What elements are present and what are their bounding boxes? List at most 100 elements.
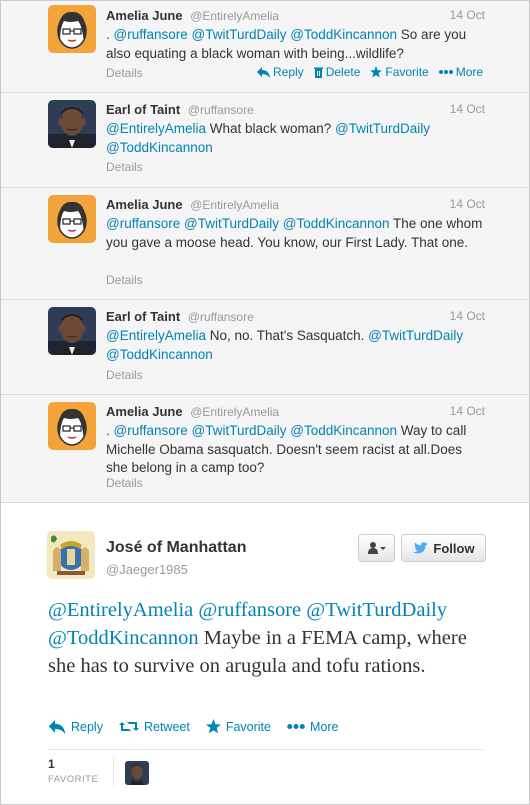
mention-link[interactable]: @EntirelyAmelia — [106, 328, 206, 343]
reply-icon — [48, 719, 66, 734]
author-handle[interactable]: @EntirelyAmelia — [190, 405, 279, 419]
text-fragment: What black woman? — [205, 121, 336, 136]
author-name[interactable]: Earl of Taint — [106, 102, 180, 117]
mention-link[interactable]: @TwitTurdDaily — [192, 27, 287, 42]
delete-label: Delete — [325, 65, 361, 79]
conversation-replies: Amelia June @EntirelyAmelia 14 Oct . @ru… — [1, 1, 529, 503]
author-handle[interactable]: @EntirelyAmelia — [190, 198, 279, 212]
focused-tweet-actions: Reply Retweet Favorite More — [48, 719, 338, 734]
author-name[interactable]: Earl of Taint — [106, 309, 180, 324]
timestamp[interactable]: 14 Oct — [450, 8, 485, 22]
details-link[interactable]: Details — [106, 368, 143, 382]
more-dots-icon — [438, 70, 453, 74]
reply-action[interactable]: Reply — [257, 65, 304, 79]
author-name[interactable]: Amelia June — [106, 197, 183, 212]
retweet-label: Retweet — [143, 719, 190, 734]
follow-button[interactable]: Follow — [401, 534, 486, 562]
mention-link[interactable]: @ruffansore — [114, 423, 188, 438]
reply-tweet[interactable]: Earl of Taint @ruffansore 14 Oct @Entire… — [1, 300, 529, 395]
more-action[interactable]: More — [438, 65, 484, 79]
focused-author-name[interactable]: José of Manhattan — [106, 539, 246, 557]
favoriter-avatar[interactable] — [125, 761, 149, 785]
timestamp[interactable]: 14 Oct — [450, 102, 485, 116]
text-fragment: . — [106, 423, 114, 438]
tweet-text: @ruffansore @TwitTurdDaily @ToddKincanno… — [106, 215, 486, 252]
star-icon — [205, 719, 221, 734]
tweet-text: @EntirelyAmelia No, no. That's Sasquatch… — [106, 327, 486, 364]
tweet-header: Earl of Taint @ruffansore 14 Oct — [106, 309, 485, 324]
avatar-amelia[interactable] — [48, 195, 96, 243]
author-name[interactable]: Amelia June — [106, 8, 183, 23]
details-link[interactable]: Details — [106, 476, 143, 490]
mention-link[interactable]: @EntirelyAmelia — [106, 121, 206, 136]
trash-icon — [313, 67, 323, 78]
timestamp[interactable]: 14 Oct — [450, 404, 485, 418]
mention-link[interactable]: @TwitTurdDaily — [184, 216, 279, 231]
reply-tweet[interactable]: Earl of Taint @ruffansore 14 Oct @Entire… — [1, 93, 529, 188]
mention-link[interactable]: @EntirelyAmelia — [48, 599, 193, 621]
mention-link[interactable]: @ToddKincannon — [106, 347, 213, 362]
avatar-earl[interactable] — [48, 100, 96, 148]
mention-link[interactable]: @TwitTurdDaily — [368, 328, 463, 343]
favorite-count[interactable]: 1 — [48, 757, 55, 771]
text-fragment: No, no. That's Sasquatch. — [205, 328, 369, 343]
mention-link[interactable]: @ToddKincannon — [106, 140, 213, 155]
reply-tweet[interactable]: Amelia June @EntirelyAmelia 14 Oct . @ru… — [1, 1, 529, 93]
author-handle[interactable]: @ruffansore — [188, 103, 254, 117]
mention-link[interactable]: @ToddKincannon — [48, 627, 199, 649]
tweet-conversation-frame: Amelia June @EntirelyAmelia 14 Oct . @ru… — [0, 0, 530, 805]
reply-tweet[interactable]: Amelia June @EntirelyAmelia 14 Oct . @ru… — [1, 395, 529, 503]
reply-label: Reply — [71, 719, 103, 734]
mention-link[interactable]: @ruffansore — [114, 27, 188, 42]
timestamp[interactable]: 14 Oct — [450, 197, 485, 211]
reply-tweet[interactable]: Amelia June @EntirelyAmelia 14 Oct @ruff… — [1, 188, 529, 300]
retweet-icon — [118, 722, 139, 731]
mention-link[interactable]: @ruffansore — [198, 599, 301, 621]
avatar-jose[interactable] — [47, 531, 95, 579]
author-name[interactable]: Amelia June — [106, 404, 183, 419]
more-action[interactable]: More — [287, 719, 338, 734]
mention-link[interactable]: @ToddKincannon — [283, 216, 390, 231]
mention-link[interactable]: @TwitTurdDaily — [192, 423, 287, 438]
tweet-text: . @ruffansore @TwitTurdDaily @ToddKincan… — [106, 422, 486, 478]
reply-icon — [257, 66, 270, 78]
details-link[interactable]: Details — [106, 66, 143, 80]
more-label: More — [455, 65, 484, 79]
avatar-amelia[interactable] — [48, 5, 96, 53]
follow-label: Follow — [433, 540, 475, 556]
tweet-header: Amelia June @EntirelyAmelia 14 Oct — [106, 8, 485, 23]
divider — [48, 749, 485, 750]
avatar-earl[interactable] — [48, 307, 96, 355]
focused-tweet-text: @EntirelyAmelia @ruffansore @TwitTurdDai… — [48, 596, 498, 680]
favorite-count-label: FAVORITE — [48, 774, 99, 785]
mention-link[interactable]: @ToddKincannon — [290, 27, 397, 42]
favorite-action[interactable]: Favorite — [205, 719, 271, 734]
mention-link[interactable]: @ruffansore — [106, 216, 180, 231]
details-link[interactable]: Details — [106, 273, 143, 287]
star-icon — [370, 66, 383, 78]
user-actions-button[interactable] — [358, 534, 395, 562]
details-link[interactable]: Details — [106, 160, 143, 174]
timestamp[interactable]: 14 Oct — [450, 309, 485, 323]
text-fragment: . — [106, 27, 114, 42]
reply-action[interactable]: Reply — [48, 719, 103, 734]
delete-action[interactable]: Delete — [313, 65, 361, 79]
bird-icon — [413, 541, 429, 553]
more-label: More — [309, 719, 339, 734]
author-handle[interactable]: @ruffansore — [188, 310, 254, 324]
retweet-action[interactable]: Retweet — [118, 719, 190, 734]
mention-link[interactable]: @TwitTurdDaily — [306, 599, 447, 621]
avatar-amelia[interactable] — [48, 402, 96, 450]
mention-link[interactable]: @ToddKincannon — [290, 423, 397, 438]
more-dots-icon — [287, 724, 305, 729]
tweet-header: Earl of Taint @ruffansore 14 Oct — [106, 102, 485, 117]
author-handle[interactable]: @EntirelyAmelia — [190, 9, 279, 23]
tweet-actions: Reply Delete Favorite More — [257, 65, 483, 79]
tweet-text: . @ruffansore @TwitTurdDaily @ToddKincan… — [106, 26, 486, 63]
user-icon — [367, 542, 386, 554]
tweet-header: Amelia June @EntirelyAmelia 14 Oct — [106, 197, 485, 212]
focused-author-handle[interactable]: @Jaeger1985 — [106, 562, 188, 577]
mention-link[interactable]: @TwitTurdDaily — [335, 121, 430, 136]
reply-label: Reply — [273, 65, 304, 79]
favorite-action[interactable]: Favorite — [370, 65, 429, 79]
